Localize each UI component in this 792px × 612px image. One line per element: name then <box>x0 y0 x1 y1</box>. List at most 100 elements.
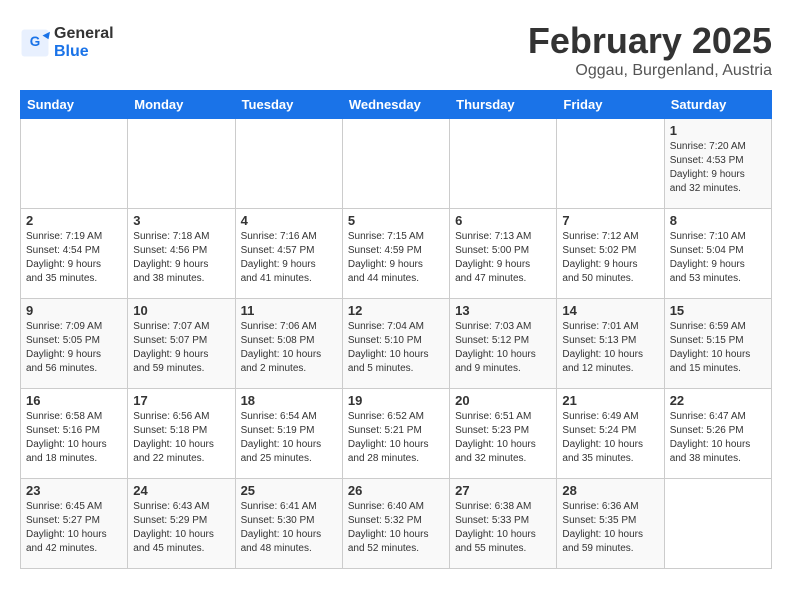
calendar-title: February 2025 <box>528 20 772 62</box>
day-number: 23 <box>26 483 122 498</box>
day-cell: 28 Sunrise: 6:36 AM Sunset: 5:35 PM Dayli… <box>557 479 664 569</box>
day-cell: 8 Sunrise: 7:10 AM Sunset: 5:04 PM Daylig… <box>664 209 771 299</box>
day-cell: 26 Sunrise: 6:40 AM Sunset: 5:32 PM Dayli… <box>342 479 449 569</box>
calendar-header: Sunday Monday Tuesday Wednesday Thursday… <box>21 91 772 119</box>
day-cell: 13 Sunrise: 7:03 AM Sunset: 5:12 PM Dayli… <box>450 299 557 389</box>
day-cell: 23 Sunrise: 6:45 AM Sunset: 5:27 PM Dayli… <box>21 479 128 569</box>
day-number: 7 <box>562 213 658 228</box>
day-cell: 25 Sunrise: 6:41 AM Sunset: 5:30 PM Dayli… <box>235 479 342 569</box>
day-number: 1 <box>670 123 766 138</box>
day-info: Sunrise: 6:47 AM Sunset: 5:26 PM Dayligh… <box>670 410 766 466</box>
day-cell: 5 Sunrise: 7:15 AM Sunset: 4:59 PM Daylig… <box>342 209 449 299</box>
day-cell: 2 Sunrise: 7:19 AM Sunset: 4:54 PM Daylig… <box>21 209 128 299</box>
day-cell: 6 Sunrise: 7:13 AM Sunset: 5:00 PM Daylig… <box>450 209 557 299</box>
day-info: Sunrise: 6:52 AM Sunset: 5:21 PM Dayligh… <box>348 410 444 466</box>
day-info: Sunrise: 6:49 AM Sunset: 5:24 PM Dayligh… <box>562 410 658 466</box>
day-cell: 9 Sunrise: 7:09 AM Sunset: 5:05 PM Daylig… <box>21 299 128 389</box>
day-cell: 22 Sunrise: 6:47 AM Sunset: 5:26 PM Dayli… <box>664 389 771 479</box>
day-number: 26 <box>348 483 444 498</box>
svg-text:G: G <box>30 34 41 49</box>
header-friday: Friday <box>557 91 664 119</box>
week-row-2: 2 Sunrise: 7:19 AM Sunset: 4:54 PM Daylig… <box>21 209 772 299</box>
day-number: 6 <box>455 213 551 228</box>
day-info: Sunrise: 7:18 AM Sunset: 4:56 PM Dayligh… <box>133 230 229 286</box>
day-number: 27 <box>455 483 551 498</box>
day-cell: 3 Sunrise: 7:18 AM Sunset: 4:56 PM Daylig… <box>128 209 235 299</box>
day-cell: 24 Sunrise: 6:43 AM Sunset: 5:29 PM Dayli… <box>128 479 235 569</box>
day-number: 21 <box>562 393 658 408</box>
day-cell: 19 Sunrise: 6:52 AM Sunset: 5:21 PM Dayli… <box>342 389 449 479</box>
day-info: Sunrise: 7:16 AM Sunset: 4:57 PM Dayligh… <box>241 230 337 286</box>
day-cell: 7 Sunrise: 7:12 AM Sunset: 5:02 PM Daylig… <box>557 209 664 299</box>
header-thursday: Thursday <box>450 91 557 119</box>
week-row-4: 16 Sunrise: 6:58 AM Sunset: 5:16 PM Dayli… <box>21 389 772 479</box>
day-cell: 17Sunrise: 6:56 AM Sunset: 5:18 PM Dayli… <box>128 389 235 479</box>
day-number: 22 <box>670 393 766 408</box>
day-info: Sunrise: 6:59 AM Sunset: 5:15 PM Dayligh… <box>670 320 766 376</box>
day-cell: 21 Sunrise: 6:49 AM Sunset: 5:24 PM Dayli… <box>557 389 664 479</box>
day-info: Sunrise: 6:40 AM Sunset: 5:32 PM Dayligh… <box>348 500 444 556</box>
day-info: Sunrise: 6:51 AM Sunset: 5:23 PM Dayligh… <box>455 410 551 466</box>
title-area: February 2025 Oggau, Burgenland, Austria <box>528 20 772 80</box>
logo: G General Blue <box>20 25 114 60</box>
day-number: 9 <box>26 303 122 318</box>
day-number: 4 <box>241 213 337 228</box>
day-number: 19 <box>348 393 444 408</box>
day-info: Sunrise: 7:09 AM Sunset: 5:05 PM Dayligh… <box>26 320 122 376</box>
day-number: 17 <box>133 393 229 408</box>
day-cell: 18Sunrise: 6:54 AM Sunset: 5:19 PM Dayli… <box>235 389 342 479</box>
header-sunday: Sunday <box>21 91 128 119</box>
day-cell: 1Sunrise: 7:20 AM Sunset: 4:53 PM Daylig… <box>664 119 771 209</box>
day-cell: 16 Sunrise: 6:58 AM Sunset: 5:16 PM Dayli… <box>21 389 128 479</box>
day-number: 5 <box>348 213 444 228</box>
logo-general: General <box>54 25 114 43</box>
calendar-subtitle: Oggau, Burgenland, Austria <box>528 62 772 80</box>
header-row: Sunday Monday Tuesday Wednesday Thursday… <box>21 91 772 119</box>
day-info: Sunrise: 6:36 AM Sunset: 5:35 PM Dayligh… <box>562 500 658 556</box>
logo-text: General Blue <box>54 25 114 60</box>
day-info: Sunrise: 7:06 AM Sunset: 5:08 PM Dayligh… <box>241 320 337 376</box>
day-info: Sunrise: 6:41 AM Sunset: 5:30 PM Dayligh… <box>241 500 337 556</box>
day-info: Sunrise: 7:03 AM Sunset: 5:12 PM Dayligh… <box>455 320 551 376</box>
day-info: Sunrise: 6:45 AM Sunset: 5:27 PM Dayligh… <box>26 500 122 556</box>
logo-icon: G <box>20 28 50 58</box>
day-number: 3 <box>133 213 229 228</box>
day-info: Sunrise: 6:38 AM Sunset: 5:33 PM Dayligh… <box>455 500 551 556</box>
day-number: 24 <box>133 483 229 498</box>
day-number: 2 <box>26 213 122 228</box>
day-cell <box>557 119 664 209</box>
day-number: 8 <box>670 213 766 228</box>
day-info: Sunrise: 7:04 AM Sunset: 5:10 PM Dayligh… <box>348 320 444 376</box>
day-cell: 11 Sunrise: 7:06 AM Sunset: 5:08 PM Dayli… <box>235 299 342 389</box>
day-number: 16 <box>26 393 122 408</box>
header-tuesday: Tuesday <box>235 91 342 119</box>
header: G General Blue February 2025 Oggau, Burg… <box>20 20 772 80</box>
day-info: Sunrise: 7:12 AM Sunset: 5:02 PM Dayligh… <box>562 230 658 286</box>
day-info: Sunrise: 6:58 AM Sunset: 5:16 PM Dayligh… <box>26 410 122 466</box>
day-number: 28 <box>562 483 658 498</box>
week-row-3: 9 Sunrise: 7:09 AM Sunset: 5:05 PM Daylig… <box>21 299 772 389</box>
calendar-table: Sunday Monday Tuesday Wednesday Thursday… <box>20 90 772 569</box>
week-row-5: 23 Sunrise: 6:45 AM Sunset: 5:27 PM Dayli… <box>21 479 772 569</box>
day-cell: 15 Sunrise: 6:59 AM Sunset: 5:15 PM Dayli… <box>664 299 771 389</box>
day-cell <box>235 119 342 209</box>
day-cell <box>21 119 128 209</box>
day-number: 13 <box>455 303 551 318</box>
day-number: 10 <box>133 303 229 318</box>
day-info: Sunrise: 6:43 AM Sunset: 5:29 PM Dayligh… <box>133 500 229 556</box>
day-info: Sunrise: 7:10 AM Sunset: 5:04 PM Dayligh… <box>670 230 766 286</box>
day-info: Sunrise: 7:15 AM Sunset: 4:59 PM Dayligh… <box>348 230 444 286</box>
day-number: 25 <box>241 483 337 498</box>
day-number: 15 <box>670 303 766 318</box>
day-info: Sunrise: 7:01 AM Sunset: 5:13 PM Dayligh… <box>562 320 658 376</box>
day-cell: 4 Sunrise: 7:16 AM Sunset: 4:57 PM Daylig… <box>235 209 342 299</box>
week-row-1: 1Sunrise: 7:20 AM Sunset: 4:53 PM Daylig… <box>21 119 772 209</box>
header-wednesday: Wednesday <box>342 91 449 119</box>
day-number: 11 <box>241 303 337 318</box>
day-cell: 20Sunrise: 6:51 AM Sunset: 5:23 PM Dayli… <box>450 389 557 479</box>
day-cell <box>128 119 235 209</box>
calendar-body: 1Sunrise: 7:20 AM Sunset: 4:53 PM Daylig… <box>21 119 772 569</box>
header-monday: Monday <box>128 91 235 119</box>
day-info: Sunrise: 7:19 AM Sunset: 4:54 PM Dayligh… <box>26 230 122 286</box>
day-info: Sunrise: 7:13 AM Sunset: 5:00 PM Dayligh… <box>455 230 551 286</box>
